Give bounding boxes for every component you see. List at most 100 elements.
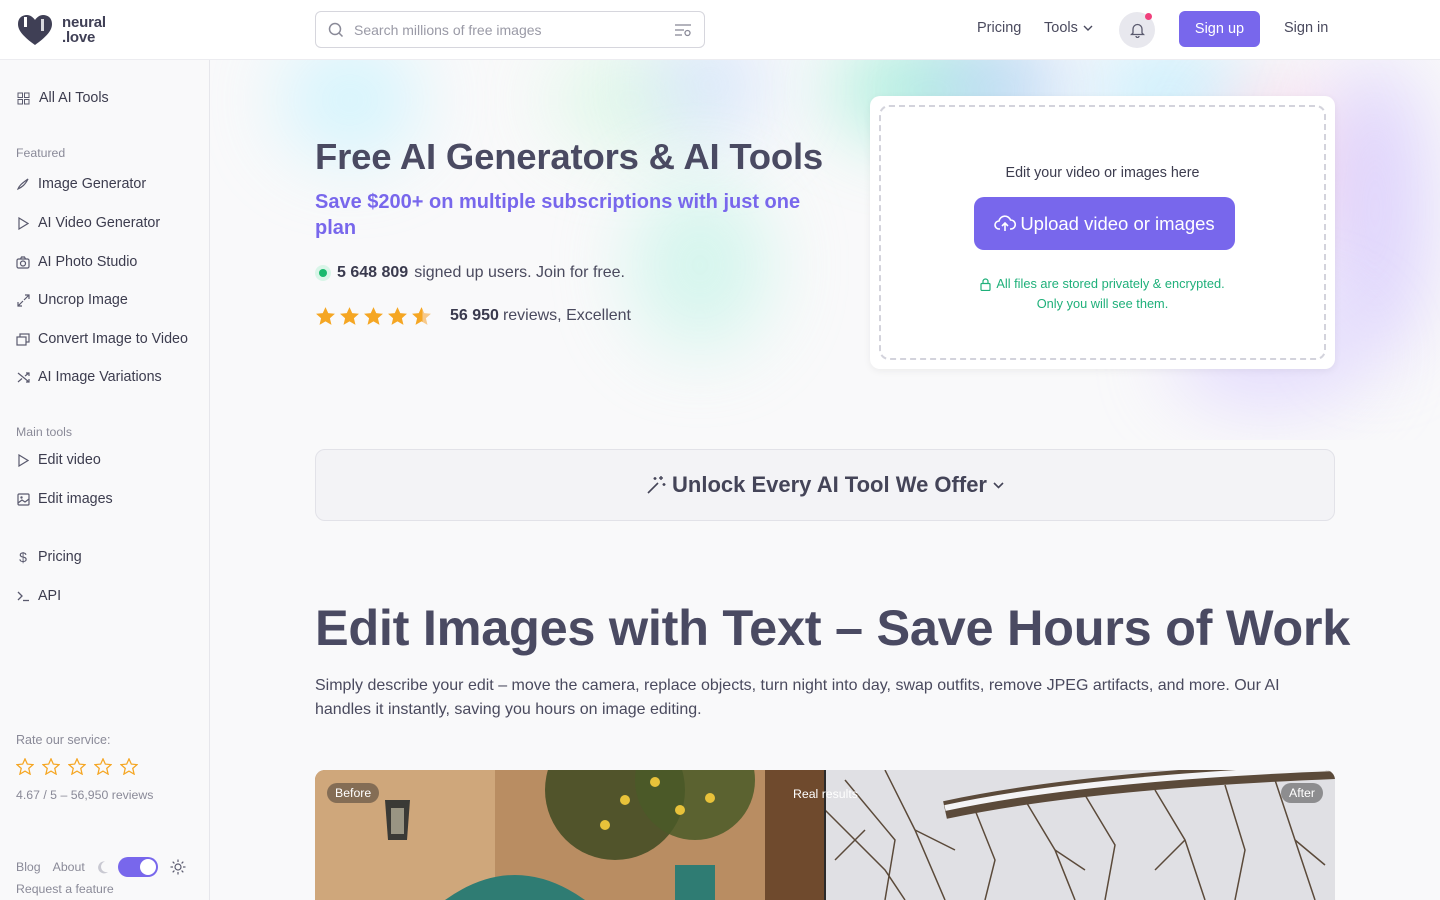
reviews-line: 56 950 reviews, Excellent: [315, 306, 631, 326]
rate-star-2-icon[interactable]: [42, 758, 60, 775]
dollar-icon: $: [19, 549, 27, 565]
users-text: signed up users. Join for free.: [414, 264, 625, 281]
rate-label: Rate our service:: [16, 733, 111, 747]
nav-tools[interactable]: Tools: [1044, 20, 1093, 36]
sidebar-item-convert-image-to-video[interactable]: Convert Image to Video: [16, 331, 188, 347]
grid-icon: [16, 91, 30, 105]
privacy-note: All files are stored privately & encrypt…: [881, 274, 1324, 314]
logo-line1: neural: [62, 14, 106, 31]
hero-subtitle: Save $200+ on multiple subscriptions wit…: [315, 191, 801, 239]
privacy-line2: Only you will see them.: [1036, 296, 1169, 311]
unlock-label: Unlock Every AI Tool We Offer: [672, 472, 987, 497]
sidebar-item-pricing[interactable]: $ Pricing: [16, 549, 82, 565]
star-filled-icon: [364, 307, 383, 325]
section-description: Simply describe your edit – move the cam…: [315, 677, 1280, 718]
chevron-down-icon: [993, 481, 1004, 489]
request-feature-link[interactable]: Request a feature: [16, 882, 114, 896]
logo-text: neural .love: [62, 15, 106, 45]
reviews-text: reviews, Excellent: [502, 307, 631, 324]
sidebar-item-label: AI Image Variations: [38, 369, 162, 385]
upload-card: Edit your video or images here Upload vi…: [870, 96, 1335, 369]
brush-icon: [16, 177, 30, 191]
cloud-upload-icon: [994, 214, 1017, 231]
shuffle-icon: [16, 370, 30, 384]
privacy-line1: All files are stored privately & encrypt…: [996, 276, 1225, 291]
hero-title: Free AI Generators & AI Tools: [315, 136, 824, 177]
upload-button-label: Upload video or images: [1020, 212, 1215, 234]
play-icon: [16, 216, 30, 230]
section-title: Edit Images with Text – Save Hours of Wo…: [315, 599, 1351, 656]
rate-star-1-icon[interactable]: [16, 758, 34, 775]
expand-icon: [16, 293, 30, 307]
notifications-button[interactable]: [1119, 12, 1155, 48]
sidebar-item-edit-images[interactable]: Edit images: [16, 491, 113, 507]
filter-settings-icon[interactable]: [674, 22, 692, 38]
star-filled-icon: [316, 307, 335, 325]
magic-wand-icon: [647, 476, 666, 494]
star-half-icon: [412, 307, 431, 325]
before-scene: [315, 770, 825, 900]
sidebar-item-label: AI Photo Studio: [38, 254, 138, 270]
blog-link[interactable]: Blog: [16, 860, 41, 874]
sidebar-item-uncrop-image[interactable]: Uncrop Image: [16, 292, 128, 308]
image-icon: [16, 492, 30, 506]
sidebar-item-ai-photo-studio[interactable]: AI Photo Studio: [16, 254, 137, 270]
unlock-tools-button[interactable]: Unlock Every AI Tool We Offer: [315, 449, 1335, 521]
rating-summary: 4.67 / 5 – 56,950 reviews: [16, 788, 154, 802]
sidebar-item-label: Edit images: [38, 491, 113, 507]
after-image: [824, 770, 1335, 900]
about-link[interactable]: About: [53, 860, 85, 874]
notification-dot: [1145, 13, 1152, 20]
users-count: 5 648 809: [337, 264, 409, 281]
sidebar-item-label: Uncrop Image: [38, 292, 128, 308]
search-bar[interactable]: [315, 11, 705, 48]
before-tag: Before: [327, 783, 380, 803]
sidebar-item-image-generator[interactable]: Image Generator: [16, 176, 146, 192]
review-stars: [315, 306, 432, 326]
sidebar-item-ai-video-generator[interactable]: AI Video Generator: [16, 215, 160, 231]
star-filled-icon: [340, 307, 359, 325]
sun-icon: [170, 859, 186, 875]
upload-dropzone[interactable]: Edit your video or images here Upload vi…: [879, 105, 1326, 360]
section-main-tools: Main tools: [16, 425, 73, 439]
sidebar: All AI Tools Featured Image Generator AI…: [0, 60, 210, 900]
sidebar-item-label: Image Generator: [38, 176, 147, 192]
lock-icon: [980, 277, 991, 291]
before-image: [315, 770, 825, 900]
sidebar-item-label: All AI Tools: [39, 90, 109, 106]
bell-icon: [1129, 23, 1145, 38]
rate-star-4-icon[interactable]: [94, 758, 112, 775]
after-scene: [824, 770, 1335, 900]
signin-link[interactable]: Sign in: [1284, 20, 1328, 36]
online-status-icon: [315, 265, 331, 281]
camera-icon: [16, 255, 30, 269]
after-tag: After: [1281, 783, 1323, 803]
sidebar-item-all-tools[interactable]: All AI Tools: [16, 90, 109, 106]
upload-title: Edit your video or images here: [1005, 165, 1200, 181]
sidebar-item-api[interactable]: API: [16, 588, 61, 604]
section-featured: Featured: [16, 146, 66, 160]
sidebar-item-label: API: [38, 588, 62, 604]
sidebar-item-ai-image-variations[interactable]: AI Image Variations: [16, 369, 162, 385]
rate-star-3-icon[interactable]: [68, 758, 86, 775]
sidebar-item-edit-video[interactable]: Edit video: [16, 452, 101, 468]
sidebar-item-label: Pricing: [38, 549, 82, 565]
sidebar-footer: Blog About: [16, 857, 186, 877]
rate-star-5-icon[interactable]: [120, 758, 138, 775]
heart-logo-icon: [18, 15, 52, 45]
upload-button[interactable]: Upload video or images: [974, 197, 1235, 250]
real-results-label: Real results: [793, 787, 858, 801]
terminal-icon: [16, 589, 30, 603]
top-header: neural .love Pricing Tools Sign up Sign …: [0, 0, 1440, 60]
moon-icon: [97, 860, 108, 873]
theme-toggle[interactable]: [117, 857, 158, 877]
logo[interactable]: neural .love: [16, 13, 106, 47]
nav-pricing[interactable]: Pricing: [977, 20, 1021, 36]
users-count-line: 5 648 809 signed up users. Join for free…: [315, 264, 625, 282]
search-icon: [328, 22, 344, 37]
search-input[interactable]: [354, 21, 674, 38]
reviews-count: 56 950: [450, 307, 499, 324]
play-icon: [16, 453, 30, 467]
before-after-comparison[interactable]: Before Real results After: [315, 770, 1335, 900]
signup-button[interactable]: Sign up: [1179, 11, 1260, 47]
